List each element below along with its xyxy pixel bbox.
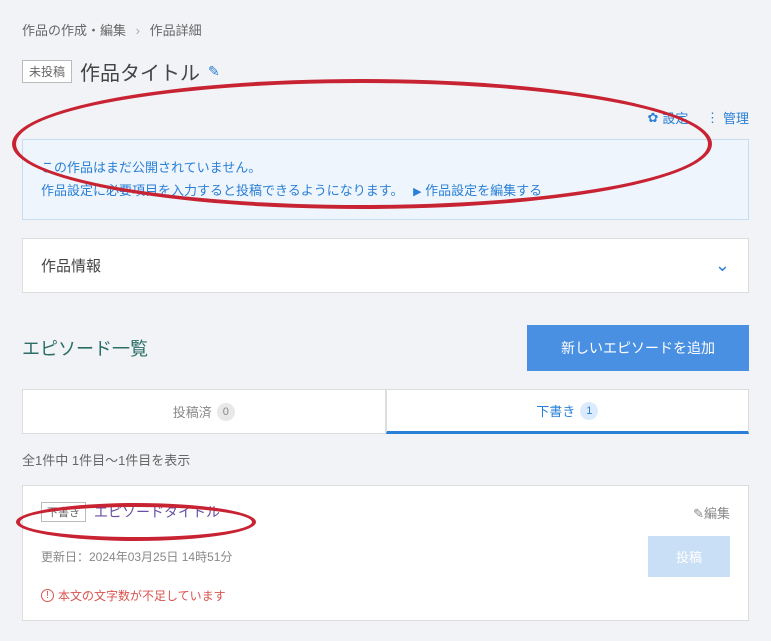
episode-header: エピソード一覧 新しいエピソードを追加 xyxy=(22,325,749,371)
episode-submit-button[interactable]: 投稿 xyxy=(648,536,730,577)
notice-box: この作品はまだ公開されていません。 作品設定に必要項目を入力すると投稿できるよう… xyxy=(22,139,749,220)
settings-link[interactable]: ✿ 設定 xyxy=(647,108,688,127)
warning-icon: ! xyxy=(41,589,54,602)
episode-card: 下書き エピソードタイトル ✎編集 更新日：2024年03月25日 14時51分… xyxy=(22,485,749,621)
info-panel-label: 作品情報 xyxy=(41,255,101,276)
episode-edit-link[interactable]: ✎編集 xyxy=(693,503,730,522)
tab-posted-label: 投稿済 xyxy=(173,402,212,421)
notice-line2: 作品設定に必要項目を入力すると投稿できるようになります。 xyxy=(41,183,403,198)
tab-draft-label: 下書き xyxy=(536,401,575,420)
add-episode-button[interactable]: 新しいエピソードを追加 xyxy=(527,325,749,371)
status-badge: 未投稿 xyxy=(22,60,72,83)
tab-draft[interactable]: 下書き 1 xyxy=(386,389,750,434)
manage-link[interactable]: ⋮ 管理 xyxy=(706,108,749,127)
result-text: 全1件中 1件目～1件目を表示 xyxy=(22,450,749,469)
top-actions: ✿ 設定 ⋮ 管理 xyxy=(22,108,749,127)
dots-icon: ⋮ xyxy=(706,110,719,126)
pencil-icon[interactable]: ✎ xyxy=(208,63,220,80)
title-row: 未投稿 作品タイトル ✎ xyxy=(22,57,749,86)
tab-posted-count: 0 xyxy=(217,403,235,421)
tab-posted[interactable]: 投稿済 0 xyxy=(22,389,386,434)
settings-label: 設定 xyxy=(662,108,688,127)
breadcrumb: 作品の作成・編集 › 作品詳細 xyxy=(22,20,749,39)
breadcrumb-parent[interactable]: 作品の作成・編集 xyxy=(22,23,126,38)
chevron-down-icon: ⌄ xyxy=(715,255,730,276)
pencil-icon: ✎ xyxy=(693,506,704,521)
breadcrumb-sep: › xyxy=(136,23,140,38)
episode-warning-text: 本文の文字数が不足しています xyxy=(58,587,226,604)
caret-right-icon: ▶ xyxy=(413,186,421,198)
episode-warning: ! 本文の文字数が不足しています xyxy=(41,587,730,604)
notice-edit-link[interactable]: ▶ 作品設定を編集する xyxy=(413,183,542,198)
info-panel[interactable]: 作品情報 ⌄ xyxy=(22,238,749,293)
episode-edit-label: 編集 xyxy=(704,506,730,521)
page-title: 作品タイトル xyxy=(80,57,200,86)
breadcrumb-current: 作品詳細 xyxy=(150,23,202,38)
manage-label: 管理 xyxy=(723,108,749,127)
tab-draft-count: 1 xyxy=(580,402,598,420)
notice-line1: この作品はまだ公開されていません。 xyxy=(41,156,730,179)
tabs: 投稿済 0 下書き 1 xyxy=(22,389,749,434)
episode-draft-badge: 下書き xyxy=(41,502,86,522)
episodes-heading: エピソード一覧 xyxy=(22,335,148,361)
gear-icon: ✿ xyxy=(647,110,658,126)
notice-link-text: 作品設定を編集する xyxy=(425,183,542,198)
episode-title[interactable]: エピソードタイトル xyxy=(94,502,220,522)
episode-meta: 更新日：2024年03月25日 14時51分 xyxy=(41,548,232,565)
notice-line2-wrap: 作品設定に必要項目を入力すると投稿できるようになります。 ▶ 作品設定を編集する xyxy=(41,179,730,203)
